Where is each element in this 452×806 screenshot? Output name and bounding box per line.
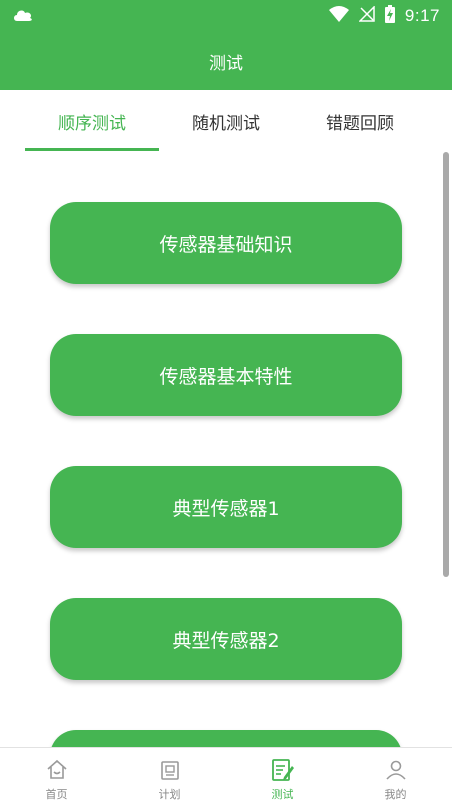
app-bar: 测试 <box>0 32 452 90</box>
tab-wrong-review[interactable]: 错题回顾 <box>293 90 427 152</box>
nav-item-profile[interactable]: 我的 <box>339 748 452 806</box>
nav-item-home[interactable]: 首页 <box>0 748 113 806</box>
tab-indicator <box>25 148 159 151</box>
tab-sequential-test[interactable]: 顺序测试 <box>25 90 159 152</box>
topic-list: 传感器基础知识 传感器基本特性 典型传感器1 典型传感器2 <box>0 152 452 747</box>
status-bar: 9:17 <box>0 0 452 32</box>
cloud-icon <box>12 6 34 24</box>
nav-item-plan[interactable]: 计划 <box>113 748 226 806</box>
test-edit-icon <box>270 757 296 783</box>
tab-bar: 顺序测试 随机测试 错题回顾 <box>0 90 452 152</box>
nav-item-test[interactable]: 测试 <box>226 748 339 806</box>
topic-button-characteristics[interactable]: 传感器基本特性 <box>50 334 402 416</box>
plan-icon <box>157 757 183 783</box>
topic-button-typical-2[interactable]: 典型传感器2 <box>50 598 402 680</box>
nav-label-home: 首页 <box>45 788 68 801</box>
profile-icon <box>383 757 409 783</box>
nav-label-test: 测试 <box>271 788 294 801</box>
bottom-nav: 首页 计划 测试 我的 <box>0 747 452 806</box>
status-time: 9:17 <box>404 6 440 25</box>
home-icon <box>44 757 70 783</box>
scrollbar[interactable] <box>443 152 449 577</box>
topic-button-basics[interactable]: 传感器基础知识 <box>50 202 402 284</box>
page-title: 测试 <box>209 53 243 74</box>
tab-random-test[interactable]: 随机测试 <box>159 90 293 152</box>
nav-label-profile: 我的 <box>384 788 407 801</box>
no-signal-icon <box>358 5 375 26</box>
topic-button-typical-1[interactable]: 典型传感器1 <box>50 466 402 548</box>
battery-charging-icon <box>384 5 395 27</box>
nav-label-plan: 计划 <box>158 788 181 801</box>
topic-button-partial[interactable] <box>50 730 402 747</box>
wifi-icon <box>328 6 349 26</box>
